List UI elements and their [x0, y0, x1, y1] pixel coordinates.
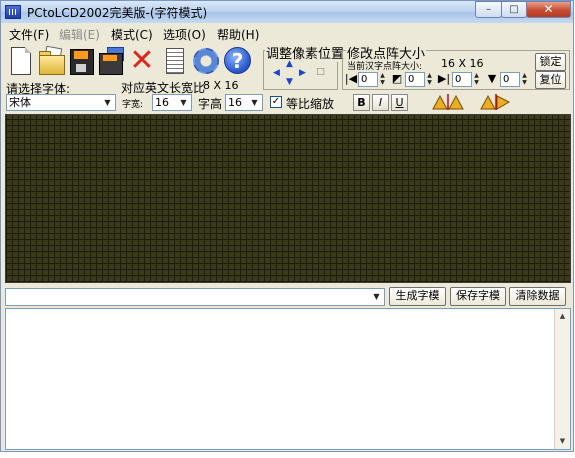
top-edge-stepper[interactable]: ▲ ▼ [425, 72, 434, 87]
output-textarea[interactable]: ▲ ▼ [5, 308, 571, 450]
left-edge-stepper[interactable]: ▲ ▼ [378, 72, 387, 87]
shift-down-icon[interactable]: ▼ [284, 77, 295, 88]
minimize-button[interactable]: – [475, 1, 502, 18]
right-edge-stepper[interactable]: ▲ ▼ [472, 72, 481, 87]
bottom-edge-stepper[interactable]: ▲ ▼ [520, 72, 529, 87]
bottom-edge-icon: ▼ [487, 72, 497, 85]
keep-ratio-checkbox[interactable]: ✓ [270, 96, 282, 108]
generate-button[interactable]: 生成字模 [389, 287, 446, 306]
scroll-up-icon[interactable]: ▲ [555, 309, 570, 324]
clear-data-button[interactable]: 清除数据 [509, 287, 566, 306]
char-width-value: 16 [155, 96, 169, 109]
help-icon[interactable]: ? [223, 45, 253, 77]
font-select-value: 宋体 [9, 96, 31, 109]
maximize-button[interactable]: □ [501, 1, 527, 18]
properties-icon[interactable] [159, 45, 189, 77]
center-icon[interactable]: □ [315, 67, 326, 78]
title-bar[interactable]: PCtoLCD2002完美版-(字符模式) – □ ✕ [1, 1, 573, 24]
chevron-down-icon: ▼ [247, 95, 262, 110]
shift-up-icon[interactable]: ▲ [284, 59, 295, 70]
text-input-combo[interactable]: ▼ [5, 288, 385, 306]
chevron-down-icon: ▼ [176, 95, 191, 110]
new-file-icon[interactable] [5, 45, 35, 77]
window-title: PCtoLCD2002完美版-(字符模式) [27, 6, 208, 20]
char-height-label: 字高 [198, 97, 223, 111]
top-edge-icon: ◩ [391, 72, 403, 85]
menu-help[interactable]: 帮助(H) [217, 26, 259, 43]
pixel-position-title: 调整像素位置 [265, 43, 346, 62]
left-edge-input[interactable]: 0 [358, 72, 378, 87]
right-edge-icon: ▶| [437, 72, 451, 85]
menu-edit[interactable]: 编辑(E) [59, 26, 100, 43]
menu-bar: 文件(F) 编辑(E) 模式(C) 选项(O) 帮助(H) [1, 23, 573, 42]
app-logo-icon [5, 5, 21, 19]
flip-horizontal-icon[interactable] [431, 93, 465, 111]
save-font-button[interactable]: 保存字模 [450, 287, 506, 306]
save-as-icon[interactable] [95, 45, 125, 77]
left-edge-icon: |◀ [344, 72, 358, 85]
flip-vertical-icon[interactable] [479, 93, 513, 111]
font-select[interactable]: 宋体 ▼ [6, 94, 116, 111]
menu-file[interactable]: 文件(F) [9, 26, 49, 43]
menu-mode[interactable]: 模式(C) [111, 26, 153, 43]
lock-button[interactable]: 锁定 [535, 53, 566, 71]
reset-button[interactable]: 复位 [535, 71, 566, 89]
chevron-down-icon: ▼ [100, 95, 115, 110]
chevron-down-icon: ▼ [369, 289, 384, 305]
close-button[interactable]: ✕ [526, 1, 571, 18]
app-window: PCtoLCD2002完美版-(字符模式) – □ ✕ 文件(F) 编辑(E) … [0, 0, 574, 452]
shift-right-icon[interactable]: ▶ [297, 68, 308, 79]
keep-ratio-label: 等比缩放 [286, 97, 335, 111]
current-size-label: 当前汉字点阵大小: [347, 62, 423, 72]
delete-icon[interactable]: ✕ [127, 45, 157, 77]
top-edge-input[interactable]: 0 [405, 72, 425, 87]
char-width-label: 字宽: [122, 100, 144, 110]
current-size-value: 16 X 16 [441, 57, 484, 70]
italic-button[interactable]: I [372, 94, 389, 111]
vertical-scrollbar[interactable]: ▲ ▼ [554, 309, 570, 449]
char-height-select[interactable]: 16 ▼ [225, 94, 263, 111]
dot-matrix-canvas[interactable] [5, 114, 571, 283]
underline-button[interactable]: U [391, 94, 408, 111]
scroll-down-icon[interactable]: ▼ [555, 434, 570, 449]
open-folder-icon[interactable] [35, 45, 65, 77]
char-width-select[interactable]: 16 ▼ [152, 94, 192, 111]
save-icon[interactable] [65, 45, 95, 77]
settings-gear-icon[interactable] [191, 45, 221, 77]
en-ratio-value: 8 X 16 [203, 79, 239, 92]
char-height-value: 16 [228, 96, 242, 109]
bold-button[interactable]: B [353, 94, 370, 111]
bottom-edge-input[interactable]: 0 [500, 72, 520, 87]
right-edge-input[interactable]: 0 [452, 72, 472, 87]
menu-options[interactable]: 选项(O) [163, 26, 206, 43]
shift-left-icon[interactable]: ◀ [271, 68, 282, 79]
